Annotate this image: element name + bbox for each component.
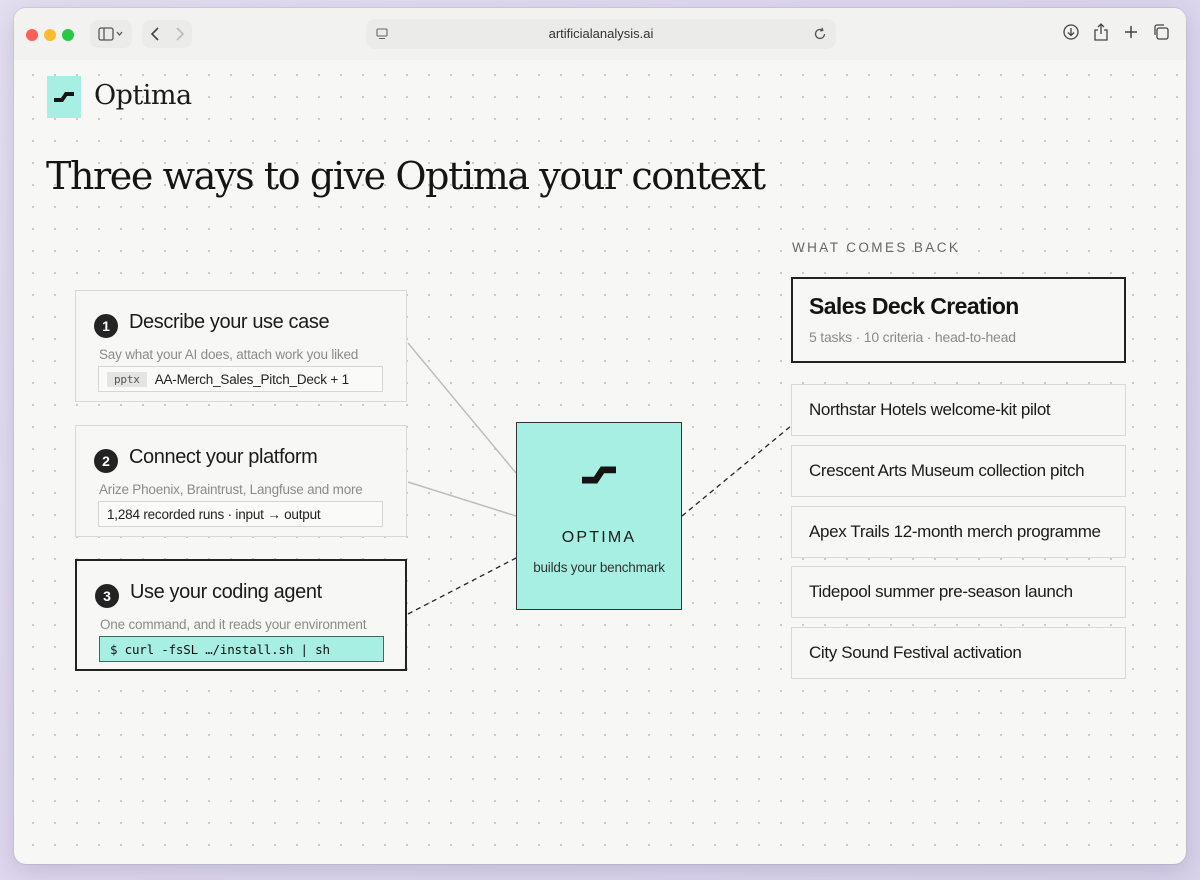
way-card-describe[interactable]: 1 Describe your use case Say what your A… [75, 290, 407, 402]
task-item[interactable]: Northstar Hotels welcome-kit pilot [791, 384, 1126, 436]
attachment-name: AA-Merch_Sales_Pitch_Deck + 1 [154, 371, 349, 387]
task-item[interactable]: Apex Trails 12-month merch programme [791, 506, 1126, 558]
connector-agent [407, 557, 517, 615]
card-subtitle: Arize Phoenix, Braintrust, Langfuse and … [99, 482, 363, 497]
step-number: 3 [95, 584, 119, 608]
optima-benchmark-box: OPTIMA builds your benchmark [516, 422, 682, 610]
card-subtitle: One command, and it reads your environme… [100, 617, 367, 632]
center-title: OPTIMA [561, 529, 637, 546]
card-title: Use your coding agent [130, 581, 322, 603]
task-item[interactable]: Crescent Arts Museum collection pitch [791, 445, 1126, 497]
connector-output [681, 425, 792, 517]
attachment-field[interactable]: pptx AA-Merch_Sales_Pitch_Deck + 1 [98, 366, 383, 392]
way-card-platform[interactable]: 2 Connect your platform Arize Phoenix, B… [75, 425, 407, 537]
results-section-label: WHAT COMES BACK [792, 240, 961, 255]
recorded-runs-text: 1,284 recorded runs · input → output [107, 506, 321, 522]
center-subtitle: builds your benchmark [533, 560, 665, 575]
install-command[interactable]: $ curl -fsSL …/install.sh | sh [99, 636, 384, 662]
connector-usecase [407, 342, 517, 474]
card-subtitle: Say what your AI does, attach work you l… [99, 347, 359, 362]
card-title: Connect your platform [129, 446, 318, 468]
card-title: Describe your use case [129, 311, 330, 333]
file-type-badge: pptx [107, 371, 147, 387]
step-number: 1 [94, 314, 118, 338]
install-command-text: $ curl -fsSL …/install.sh | sh [110, 641, 330, 657]
optima-logo-icon [582, 466, 616, 484]
browser-window: artificialanalysis.ai Optima Three ways … [14, 8, 1186, 864]
task-item[interactable]: City Sound Festival activation [791, 627, 1126, 679]
benchmark-result-card[interactable]: Sales Deck Creation 5 tasks · 10 criteri… [791, 277, 1126, 363]
way-card-coding-agent[interactable]: 3 Use your coding agent One command, and… [75, 559, 407, 671]
connector-platform [407, 481, 517, 517]
step-number: 2 [94, 449, 118, 473]
recorded-runs-field[interactable]: 1,284 recorded runs · input → output [98, 501, 383, 527]
benchmark-meta: 5 tasks · 10 criteria · head-to-head [809, 329, 1016, 345]
task-item[interactable]: Tidepool summer pre-season launch [791, 566, 1126, 618]
benchmark-title: Sales Deck Creation [809, 293, 1019, 319]
